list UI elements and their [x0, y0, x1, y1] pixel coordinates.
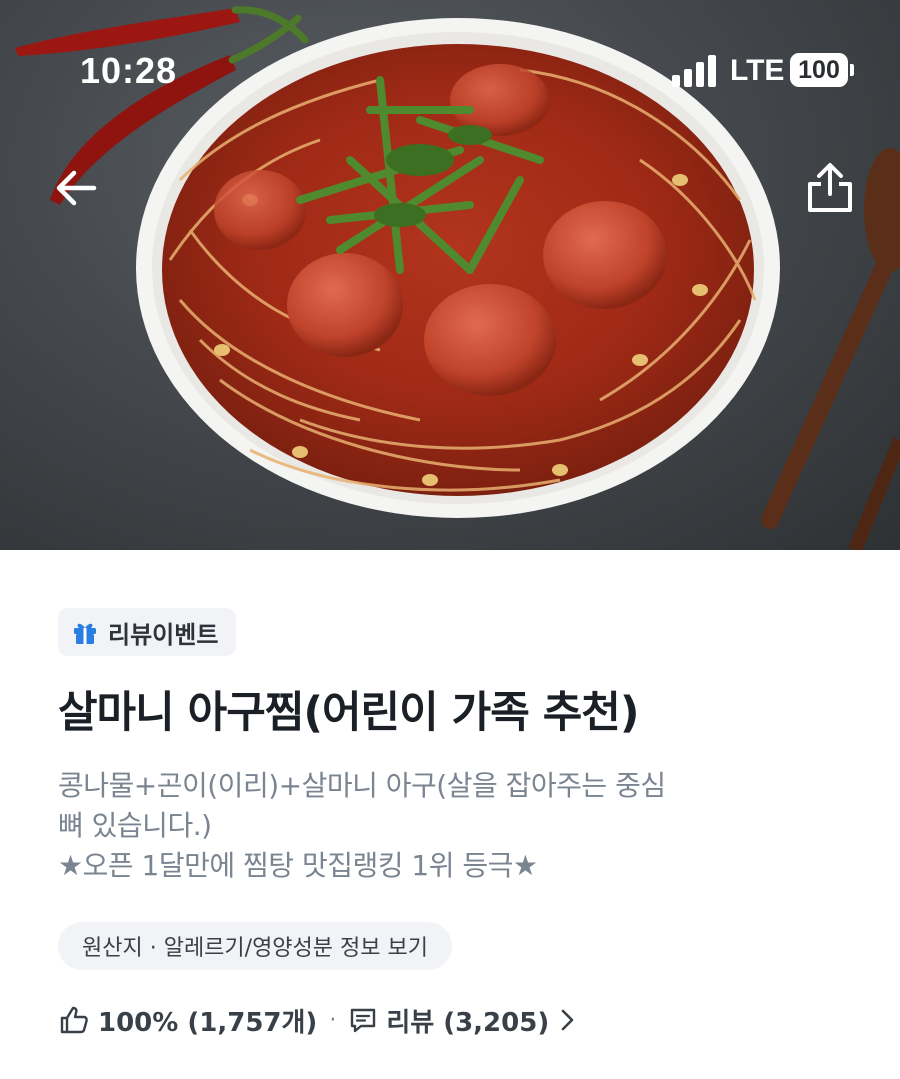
signal-icon: [672, 55, 720, 87]
rating-stats: 100% (1,757개) · 리뷰 (3,205): [58, 1000, 577, 1040]
share-button[interactable]: [800, 158, 860, 218]
product-description: 콩나물+곤이(이리)+살마니 아구(살을 잡아주는 중심 뼈 있습니다.) ★오…: [58, 766, 778, 886]
comment-icon: [351, 1008, 376, 1033]
review-event-badge[interactable]: 리뷰이벤트: [58, 608, 237, 656]
hero-image: 10:28 LTE 100: [0, 0, 900, 550]
origin-allergy-info-label: 원산지 · 알레르기/영양성분 정보 보기: [82, 936, 428, 961]
gift-icon: [74, 623, 96, 644]
arrow-left-icon: [56, 170, 97, 206]
chevron-right-icon: [561, 1009, 574, 1031]
battery-icon: 100: [790, 53, 854, 87]
product-title: 살마니 아구찜(어린이 가족 추천): [58, 688, 640, 738]
review-count: 리뷰 (3,205): [386, 1007, 550, 1038]
battery-level: 100: [798, 56, 840, 84]
back-button[interactable]: [46, 158, 106, 218]
description-line: ★오픈 1달만에 찜탕 맛집랭킹 1위 등극★: [58, 849, 538, 882]
review-link[interactable]: 리뷰 (3,205): [348, 1002, 577, 1039]
network-type: LTE: [730, 54, 785, 87]
description-line: 뼈 있습니다.): [58, 809, 212, 842]
stats-separator: ·: [329, 1007, 337, 1033]
review-event-label: 리뷰이벤트: [108, 620, 219, 649]
share-icon: [808, 163, 852, 212]
status-time: 10:28: [80, 50, 178, 91]
thumbs-up-icon: [60, 1006, 88, 1034]
status-bar: 10:28 LTE 100: [0, 0, 900, 140]
description-line: 콩나물+곤이(이리)+살마니 아구(살을 잡아주는 중심: [58, 769, 666, 802]
origin-allergy-info-button[interactable]: 원산지 · 알레르기/영양성분 정보 보기: [58, 922, 452, 970]
like-percentage: 100% (1,757개): [98, 1007, 318, 1038]
